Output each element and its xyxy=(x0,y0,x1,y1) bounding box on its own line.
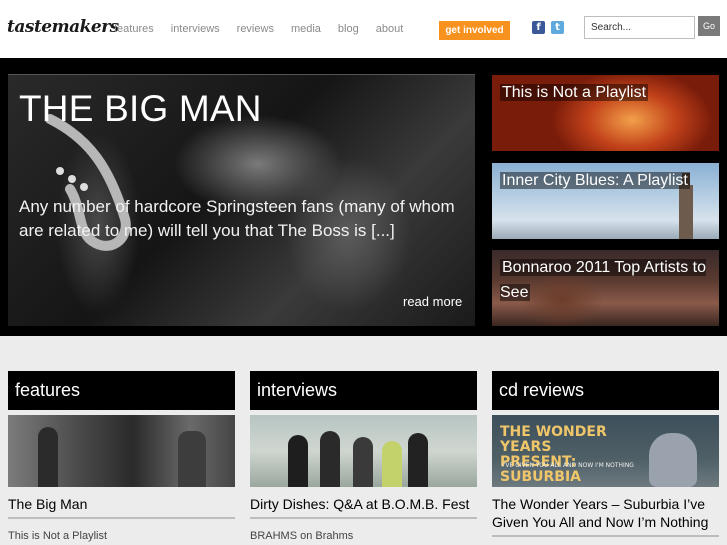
person-figure xyxy=(320,431,340,487)
person-figure xyxy=(382,441,402,487)
cd-reviews-thumbnail[interactable]: THE WONDER YEARS PRESENT: SUBURBIA I'VE … xyxy=(492,415,719,487)
interviews-heading[interactable]: interviews xyxy=(250,371,477,410)
owl-figure xyxy=(649,433,697,487)
interviews-next-article[interactable]: BRAHMS on Brahms xyxy=(250,530,477,542)
interviews-column: interviews Dirty Dishes: Q&A at B.O.M.B.… xyxy=(250,371,477,542)
person-figure xyxy=(38,427,58,487)
divider xyxy=(8,517,235,519)
features-column: features The Big Man This is Not a Playl… xyxy=(8,371,235,542)
cd-reviews-article-title[interactable]: The Wonder Years – Suburbia I’ve Given Y… xyxy=(492,495,719,531)
interviews-article-title[interactable]: Dirty Dishes: Q&A at B.O.M.B. Fest xyxy=(250,495,477,513)
hero-excerpt: Any number of hardcore Springsteen fans … xyxy=(19,197,455,240)
nav-about[interactable]: about xyxy=(376,23,404,35)
site-logo[interactable]: tastemakers xyxy=(7,17,119,37)
read-more-link[interactable]: read more xyxy=(403,294,462,309)
main-nav: features interviews reviews media blog a… xyxy=(114,23,420,35)
person-figure xyxy=(178,431,206,487)
side-story-1[interactable]: This is Not a Playlist xyxy=(492,75,719,151)
side-story-title: This is Not a Playlist xyxy=(500,84,649,101)
nav-reviews[interactable]: reviews xyxy=(237,23,274,35)
nav-features[interactable]: features xyxy=(114,23,154,35)
hero-divider xyxy=(8,74,475,75)
hero-title[interactable]: THE BIG MAN xyxy=(19,88,262,130)
facebook-icon[interactable]: f xyxy=(532,21,545,34)
cd-reviews-column: cd reviews THE WONDER YEARS PRESENT: SUB… xyxy=(492,371,719,537)
person-figure xyxy=(408,433,428,487)
hero-band: THE BIG MAN Any number of hardcore Sprin… xyxy=(0,58,727,336)
nav-interviews[interactable]: interviews xyxy=(171,23,220,35)
divider xyxy=(492,535,719,537)
side-story-title: Bonnaroo 2011 Top Artists to See xyxy=(500,259,706,301)
divider xyxy=(250,517,477,519)
nav-media[interactable]: media xyxy=(291,23,321,35)
person-figure xyxy=(353,437,373,487)
nav-blog[interactable]: blog xyxy=(338,23,359,35)
twitter-icon[interactable]: t xyxy=(551,21,564,34)
go-button[interactable]: Go xyxy=(698,16,720,36)
side-story-3[interactable]: Bonnaroo 2011 Top Artists to See xyxy=(492,250,719,326)
features-article-title[interactable]: The Big Man xyxy=(8,495,235,513)
search-input[interactable] xyxy=(584,16,695,39)
side-story-title: Inner City Blues: A Playlist xyxy=(500,172,690,189)
person-figure xyxy=(288,435,308,487)
tower-image xyxy=(679,173,693,239)
interviews-thumbnail[interactable] xyxy=(250,415,477,487)
hero-feature[interactable]: THE BIG MAN Any number of hardcore Sprin… xyxy=(8,74,475,326)
get-involved-button[interactable]: get involved xyxy=(439,21,510,40)
site-header: tastemakers features interviews reviews … xyxy=(0,0,727,58)
album-cover-subtext: I'VE GIVEN YOU ALL AND NOW I'M NOTHING xyxy=(502,462,634,469)
features-heading[interactable]: features xyxy=(8,371,235,410)
album-cover-text: THE WONDER YEARS PRESENT: SUBURBIA xyxy=(500,424,607,485)
side-story-2[interactable]: Inner City Blues: A Playlist xyxy=(492,163,719,239)
cd-reviews-heading[interactable]: cd reviews xyxy=(492,371,719,410)
features-thumbnail[interactable] xyxy=(8,415,235,487)
features-next-article[interactable]: This is Not a Playlist xyxy=(8,530,235,542)
